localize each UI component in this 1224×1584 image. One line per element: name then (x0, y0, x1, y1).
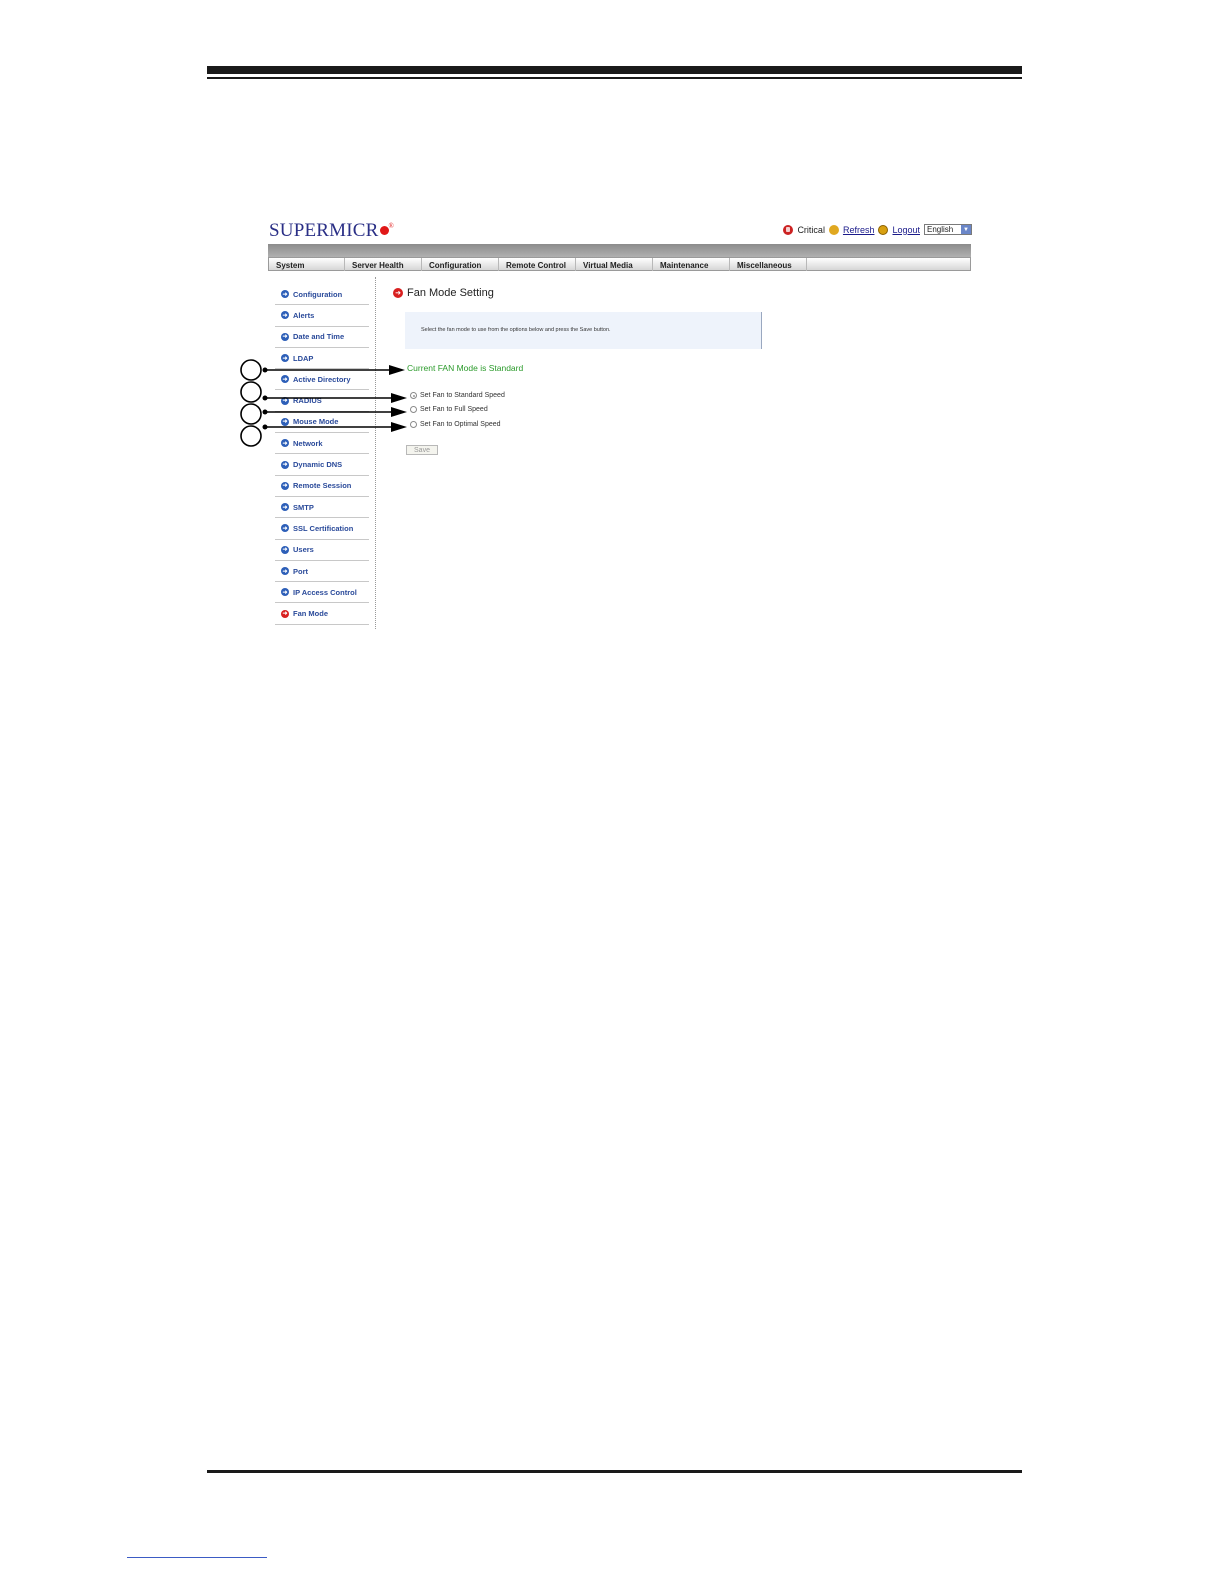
menu-system[interactable]: System (269, 258, 345, 271)
logout-link[interactable]: Logout (892, 225, 920, 235)
sidebar-item-radius[interactable]: ➜ RADIUS (275, 390, 369, 412)
language-select[interactable]: English ▼ (924, 224, 972, 235)
sidebar-divider (375, 277, 376, 629)
web-ui-screenshot: SUPERMICR ® Critical Refresh Logout Engli… (267, 215, 972, 630)
arrow-right-icon: ➜ (281, 354, 289, 363)
sidebar-item-label: Alerts (293, 310, 315, 320)
arrow-right-icon: ➜ (281, 396, 289, 405)
arrow-right-icon: ➜ (281, 332, 289, 341)
page-title: ➜ Fan Mode Setting (393, 287, 494, 299)
sidebar-item-label: Dynamic DNS (293, 460, 343, 470)
main-menu: System Server Health Configuration Remot… (268, 257, 971, 271)
instructions-text: Select the fan mode to use from the opti… (421, 327, 611, 333)
language-value: English (927, 225, 954, 234)
sidebar-item-fan-mode[interactable]: ➜ Fan Mode (275, 603, 369, 625)
arrow-right-icon: ➜ (281, 481, 289, 490)
callout-circle-4 (240, 425, 262, 447)
current-fan-mode-status: Current FAN Mode is Standard (407, 363, 524, 373)
critical-icon (783, 224, 794, 235)
option-label: Set Fan to Full Speed (420, 406, 488, 413)
supermicro-logo: SUPERMICR ® (269, 220, 394, 242)
sidebar-item-label: Active Directory (293, 374, 351, 384)
sidebar-item-label: Date and Time (293, 332, 345, 342)
sidebar-item-label: Mouse Mode (293, 417, 339, 427)
radio-full-speed[interactable] (410, 406, 417, 413)
option-standard-speed[interactable]: Set Fan to Standard Speed (410, 392, 505, 399)
sidebar-item-dynamic-dns[interactable]: ➜ Dynamic DNS (275, 454, 369, 476)
header-rule-thick (207, 66, 1022, 74)
arrow-right-icon: ➜ (281, 609, 289, 618)
sidebar-item-label: IP Access Control (293, 587, 357, 597)
menu-remote-control[interactable]: Remote Control (499, 258, 576, 271)
sidebar-item-label: RADIUS (293, 396, 322, 406)
arrow-right-icon: ➜ (281, 417, 289, 426)
radio-optimal-speed[interactable] (410, 421, 417, 428)
sidebar-item-remote-session[interactable]: ➜ Remote Session (275, 476, 369, 497)
menu-configuration[interactable]: Configuration (422, 258, 499, 271)
arrow-right-icon: ➜ (281, 588, 289, 597)
option-optimal-speed[interactable]: Set Fan to Optimal Speed (410, 421, 501, 428)
sidebar-item-ssl-certification[interactable]: ➜ SSL Certification (275, 518, 369, 540)
radio-standard-speed[interactable] (410, 392, 417, 399)
sidebar-item-label: Configuration (293, 289, 343, 299)
option-label: Set Fan to Standard Speed (420, 392, 505, 399)
menu-maintenance[interactable]: Maintenance (653, 258, 730, 271)
sidebar-item-label: Remote Session (293, 481, 352, 491)
sidebar: ➜ Configuration ➜ Alerts ➜ Date and Time ➜ L… (275, 284, 369, 625)
sidebar-item-label: Fan Mode (293, 609, 328, 619)
menubar-banner (268, 244, 971, 257)
sidebar-item-users[interactable]: ➜ Users (275, 540, 369, 561)
footer-link-underline (127, 1557, 267, 1558)
callout-circle-2 (240, 381, 262, 403)
sidebar-item-label: LDAP (293, 353, 314, 363)
sidebar-item-label: Port (293, 566, 308, 576)
menu-virtual-media[interactable]: Virtual Media (576, 258, 653, 271)
sidebar-item-alerts[interactable]: ➜ Alerts (275, 305, 369, 327)
arrow-right-icon: ➜ (281, 460, 289, 469)
arrow-right-icon: ➜ (393, 288, 403, 298)
logo-dot-icon (379, 226, 389, 235)
arrow-right-icon: ➜ (281, 439, 289, 448)
sidebar-item-label: SSL Certification (293, 523, 354, 533)
footer-rule (207, 1470, 1022, 1473)
sidebar-item-ldap[interactable]: ➜ LDAP (275, 348, 369, 370)
arrow-right-icon: ➜ (281, 311, 289, 320)
callout-circle-3 (240, 403, 262, 425)
page-title-text: Fan Mode Setting (407, 287, 494, 299)
sidebar-item-smtp[interactable]: ➜ SMTP (275, 497, 369, 519)
header-rule-thin (207, 77, 1022, 79)
arrow-right-icon: ➜ (281, 524, 289, 533)
sidebar-item-label: SMTP (293, 502, 314, 512)
sidebar-item-active-directory[interactable]: ➜ Active Directory (275, 369, 369, 391)
instructions-box: Select the fan mode to use from the opti… (405, 312, 762, 349)
logo-text: SUPERMICR (269, 220, 379, 241)
arrow-right-icon: ➜ (281, 567, 289, 575)
sidebar-item-date-and-time[interactable]: ➜ Date and Time (275, 327, 369, 348)
sidebar-item-port[interactable]: ➜ Port (275, 561, 369, 583)
sidebar-item-configuration[interactable]: ➜ Configuration (275, 284, 369, 306)
menu-miscellaneous[interactable]: Miscellaneous (730, 258, 807, 271)
option-full-speed[interactable]: Set Fan to Full Speed (410, 406, 488, 413)
arrow-right-icon: ➜ (281, 503, 289, 512)
critical-label[interactable]: Critical (797, 225, 825, 235)
sidebar-item-label: Network (293, 438, 323, 448)
callout-circle-1 (240, 359, 262, 381)
arrow-right-icon: ➜ (281, 545, 289, 554)
sidebar-item-label: Users (293, 545, 314, 555)
sidebar-item-ip-access-control[interactable]: ➜ IP Access Control (275, 582, 369, 604)
arrow-right-icon: ➜ (281, 290, 289, 299)
chevron-down-icon[interactable]: ▼ (961, 225, 971, 234)
header-toolbar: Critical Refresh Logout English ▼ (783, 224, 972, 235)
menu-server-health[interactable]: Server Health (345, 258, 422, 271)
registered-mark-icon: ® (388, 222, 395, 230)
sidebar-item-mouse-mode[interactable]: ➜ Mouse Mode (275, 412, 369, 434)
refresh-icon[interactable] (828, 224, 839, 235)
refresh-link[interactable]: Refresh (843, 225, 875, 235)
sidebar-item-network[interactable]: ➜ Network (275, 433, 369, 455)
option-label: Set Fan to Optimal Speed (420, 421, 501, 428)
save-button[interactable]: Save (406, 445, 438, 455)
arrow-right-icon: ➜ (281, 375, 289, 384)
logout-icon[interactable] (878, 224, 889, 235)
